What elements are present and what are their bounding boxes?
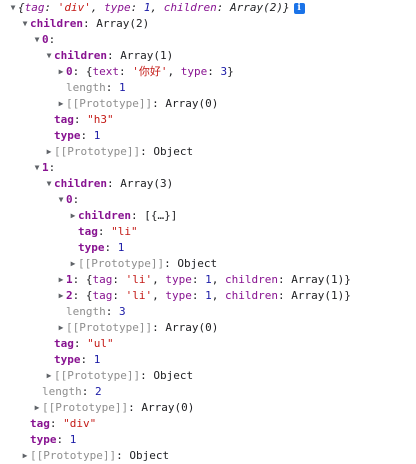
property-row-children[interactable]: ▼ children: Array(1): [44, 48, 174, 64]
property-row-tag: tag: "li": [78, 225, 138, 238]
triangle-right-icon[interactable]: ▶: [56, 96, 66, 112]
property-row-length: length: 1: [66, 81, 126, 94]
triangle-right-icon[interactable]: ▶: [20, 448, 30, 464]
property-row-prototype[interactable]: ▶ [[Prototype]]: Array(0): [56, 320, 219, 336]
property-row-type: type: 1: [30, 433, 77, 446]
triangle-right-icon[interactable]: ▶: [56, 288, 66, 304]
triangle-right-icon[interactable]: ▶: [56, 64, 66, 80]
info-icon[interactable]: i: [293, 2, 305, 14]
property-row-children[interactable]: ▼ children: Array(3): [44, 176, 174, 192]
triangle-right-icon[interactable]: ▶: [32, 400, 42, 416]
property-row-type: type: 1: [54, 353, 101, 366]
triangle-right-icon[interactable]: ▶: [68, 256, 78, 272]
property-row-index-1[interactable]: ▼ 1:: [32, 160, 56, 176]
property-row-index-0[interactable]: ▼ 0:: [32, 32, 56, 48]
property-row-tag: tag: "div": [30, 417, 97, 430]
property-row-children[interactable]: ▶ children: [{…}]: [68, 208, 178, 224]
property-row-tag: tag: "h3": [54, 113, 114, 126]
property-row-type: type: 1: [78, 241, 125, 254]
triangle-down-icon[interactable]: ▼: [44, 48, 54, 64]
root-object-row[interactable]: ▼ {tag: 'div', type: 1, children: Array(2…: [8, 0, 305, 16]
property-row-index-1[interactable]: ▶ 1: {tag: 'li', type: 1, children: Array…: [56, 272, 351, 288]
property-row-prototype[interactable]: ▶ [[Prototype]]: Array(0): [56, 96, 219, 112]
property-row-prototype[interactable]: ▶ [[Prototype]]: Object: [44, 144, 194, 160]
property-row-type: type: 1: [54, 129, 101, 142]
property-row-children[interactable]: ▼ children: Array(2): [20, 16, 150, 32]
property-row-prototype[interactable]: ▶ [[Prototype]]: Array(0): [32, 400, 195, 416]
property-row-prototype[interactable]: ▶ [[Prototype]]: Object: [68, 256, 218, 272]
property-row-index-2[interactable]: ▶ 2: {tag: 'li', type: 1, children: Array…: [56, 288, 351, 304]
triangle-down-icon[interactable]: ▼: [44, 176, 54, 192]
property-row-index-0[interactable]: ▶ 0: {text: '你好', type: 3}: [56, 64, 234, 80]
property-row-prototype[interactable]: ▶ [[Prototype]]: Object: [44, 368, 194, 384]
triangle-down-icon[interactable]: ▼: [32, 32, 42, 48]
property-row-length: length: 2: [42, 385, 102, 398]
triangle-down-icon[interactable]: ▼: [56, 192, 66, 208]
triangle-right-icon[interactable]: ▶: [56, 320, 66, 336]
triangle-right-icon[interactable]: ▶: [44, 368, 54, 384]
property-row-length: length: 3: [66, 305, 126, 318]
property-row-tag: tag: "ul": [54, 337, 114, 350]
triangle-down-icon[interactable]: ▼: [20, 16, 30, 32]
triangle-down-icon[interactable]: ▼: [8, 0, 18, 16]
triangle-right-icon[interactable]: ▶: [44, 144, 54, 160]
property-row-prototype[interactable]: ▶ [[Prototype]]: Object: [20, 448, 170, 464]
triangle-right-icon[interactable]: ▶: [56, 272, 66, 288]
triangle-down-icon[interactable]: ▼: [32, 160, 42, 176]
triangle-right-icon[interactable]: ▶: [68, 208, 78, 224]
property-row-index-0[interactable]: ▼ 0:: [56, 192, 80, 208]
